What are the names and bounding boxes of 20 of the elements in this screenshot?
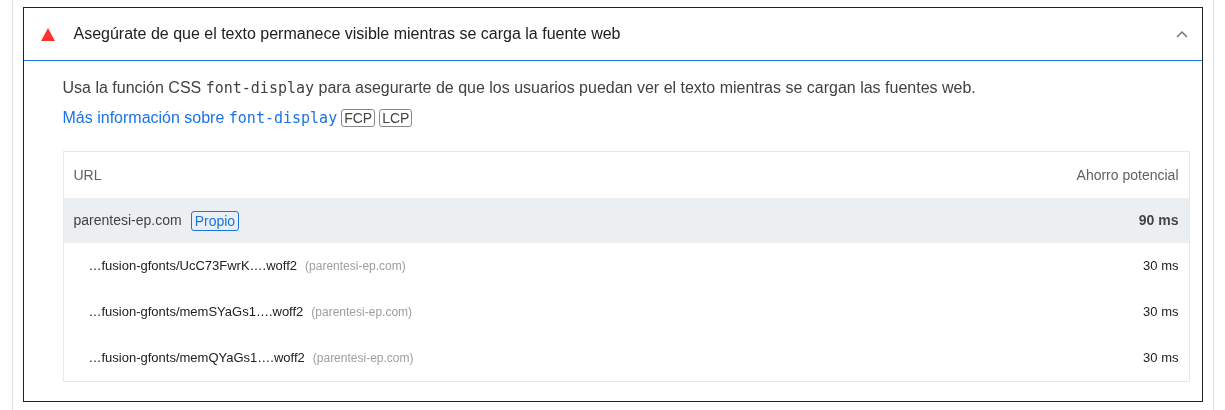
resource-host: (parentesi-ep.com)	[312, 350, 414, 367]
audit-description: Usa la función CSS font-display para asegurarte de que los usuarios puedan ver el texto mientras se cargan las fuentes web. Más información sobre font-display FCP LCP	[62, 78, 977, 129]
resource-host: (parentesi-ep.com)	[311, 304, 413, 321]
resource-host: (parentesi-ep.com)	[305, 258, 406, 275]
saving-value: 90 ms	[1138, 211, 1179, 230]
resource-url: …fusion-gfonts/memQYaGs1….woff2	[88, 349, 305, 368]
chevron-up-icon	[1175, 30, 1188, 38]
column-header: URL	[73, 165, 102, 185]
saving-value: 30 ms	[1143, 303, 1179, 322]
resource-url: …fusion-gfonts/memSYaGs1….woff2	[88, 303, 304, 322]
saving-value: 30 ms	[1143, 349, 1179, 368]
entity-badge: Propio	[190, 210, 240, 231]
column-header: Ahorro potencial	[1076, 165, 1179, 185]
metric-tag: LCP	[379, 109, 413, 127]
entity-name: parentesi-ep.com	[73, 211, 182, 230]
metric-tag: FCP	[341, 109, 376, 127]
resource-url: …fusion-gfonts/UcC73FwrK….woff2	[88, 257, 298, 276]
saving-value: 30 ms	[1143, 257, 1179, 276]
learn-more-link[interactable]: Más información sobre font-display	[62, 109, 338, 126]
audit-header[interactable]: Asegúrate de que el texto permanece visible mientras se carga la fuente web	[23, 8, 1202, 61]
